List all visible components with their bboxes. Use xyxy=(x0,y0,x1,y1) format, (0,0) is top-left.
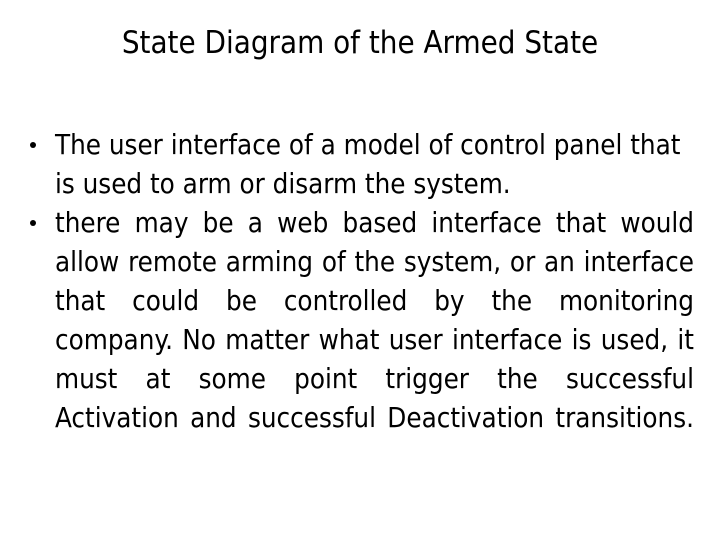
list-item-text: The user interface of a model of control… xyxy=(55,129,681,200)
slide-body: The user interface of a model of control… xyxy=(26,126,694,477)
bullet-list: The user interface of a model of control… xyxy=(26,126,694,477)
page-title: State Diagram of the Armed State xyxy=(121,25,599,61)
list-item-text: there may be a web based interface that … xyxy=(55,207,694,434)
presentation-slide: State Diagram of the Armed State The use… xyxy=(0,0,720,540)
bullet-dot-icon xyxy=(30,220,36,226)
bullet-dot-icon xyxy=(30,142,36,148)
list-item: The user interface of a model of control… xyxy=(26,126,694,204)
list-item: there may be a web based interface that … xyxy=(26,204,694,477)
